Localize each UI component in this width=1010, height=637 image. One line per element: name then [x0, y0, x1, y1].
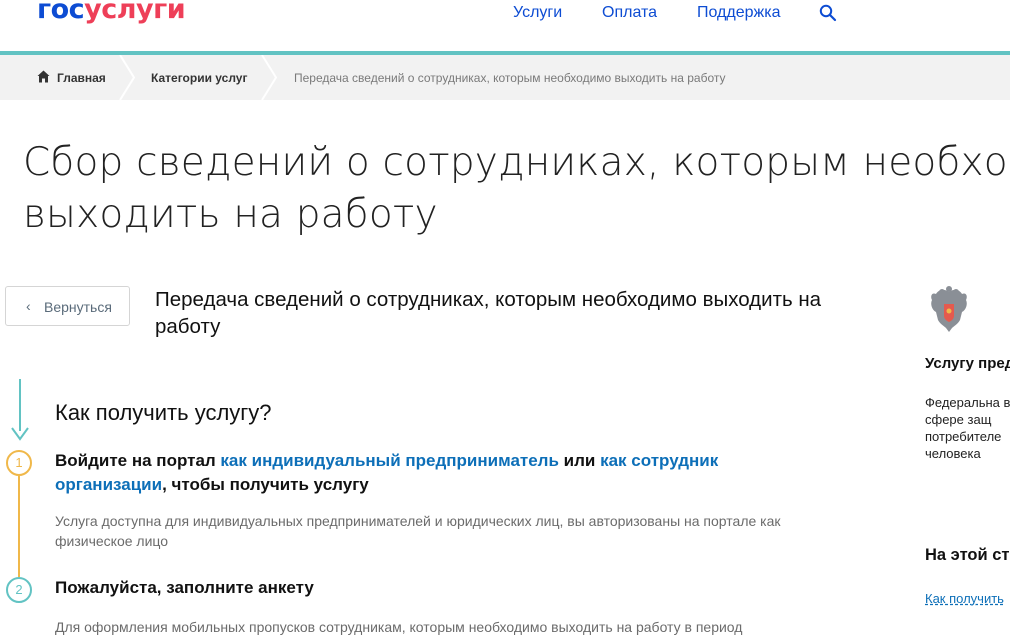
page-title-line1: Сбор сведений о сотрудниках, которым нео… — [23, 140, 1010, 185]
nav-services[interactable]: Услуги — [513, 4, 562, 22]
breadcrumb-separator-icon — [261, 55, 278, 100]
breadcrumb-separator-icon — [119, 55, 136, 100]
site-header: госуслуги Услуги Оплата Поддержка — [0, 0, 1010, 52]
chevron-left-icon: ‹ — [26, 298, 31, 314]
step1-title: Войдите на портал как индивидуальный пре… — [55, 449, 825, 497]
step1-suffix: , чтобы получить услугу — [162, 475, 369, 494]
steps-connector-line — [18, 476, 20, 577]
logo-part-gos: гос — [37, 0, 85, 25]
page-title: Сбор сведений о сотрудниках, которым нео… — [23, 137, 1010, 241]
breadcrumb: Главная Категории услуг Передача сведени… — [0, 55, 1010, 100]
logo-part-uslugi: услуги — [84, 0, 186, 25]
step1-description: Услуга доступна для индивидуальных предп… — [55, 513, 781, 549]
back-button-label: Вернуться — [44, 299, 112, 315]
nav-support[interactable]: Поддержка — [697, 4, 780, 22]
service-title: Передача сведений о сотрудниках, которым… — [155, 288, 822, 338]
step1-mid: или — [558, 451, 601, 470]
step2-description: Для оформления мобильных пропусков сотру… — [55, 619, 743, 635]
breadcrumb-categories[interactable]: Категории услуг — [151, 71, 247, 85]
arrow-down-icon — [11, 427, 29, 441]
breadcrumb-current: Передача сведений о сотрудниках, которым… — [294, 71, 726, 85]
how-to-get-heading: Как получить услугу? — [55, 400, 272, 425]
steps-progress-line — [19, 379, 21, 431]
back-button[interactable]: ‹ Вернуться — [5, 286, 130, 326]
login-as-entrepreneur-link[interactable]: как индивидуальный предприниматель — [220, 451, 559, 470]
nav-payment[interactable]: Оплата — [602, 4, 657, 22]
home-icon — [37, 70, 50, 83]
search-icon[interactable] — [819, 4, 837, 22]
coat-of-arms-icon — [931, 286, 967, 332]
step1-prefix: Войдите на портал — [55, 451, 221, 470]
on-this-page-heading: На этой ст — [925, 546, 1010, 564]
provider-heading: Услугу пред — [925, 355, 1010, 372]
provider-name: Федеральна в сфере защ потребителе челов… — [925, 395, 1010, 461]
step-number-2: 2 — [6, 577, 32, 603]
gosuslugi-logo[interactable]: госуслуги — [37, 0, 186, 25]
breadcrumb-home[interactable]: Главная — [57, 71, 106, 85]
step-number-1: 1 — [6, 450, 32, 476]
step2-title: Пожалуйста, заполните анкету — [55, 578, 314, 597]
how-to-get-anchor-link[interactable]: Как получить — [925, 591, 1004, 606]
page-title-line2: выходить на работу — [23, 192, 438, 237]
